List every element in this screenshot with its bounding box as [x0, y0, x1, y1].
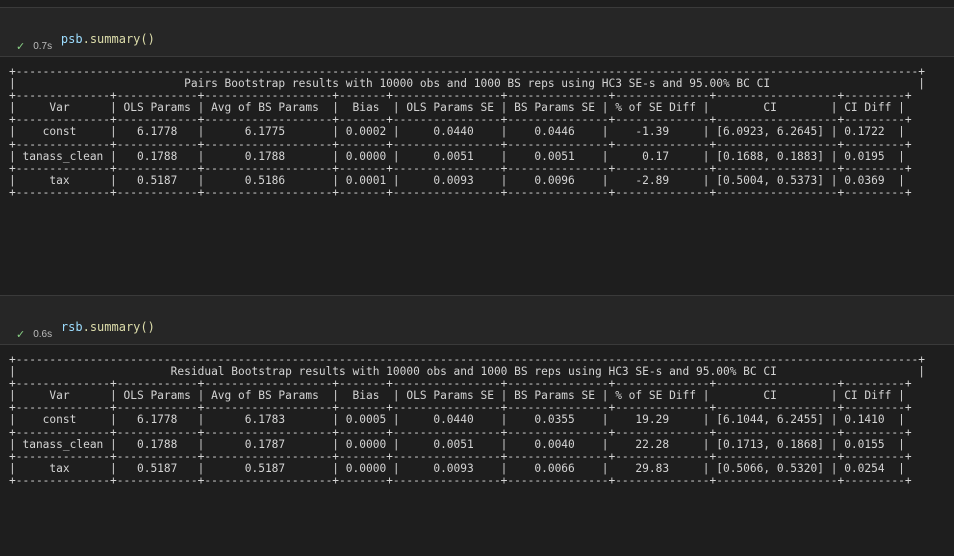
table-header-row: | Var | OLS Params | Avg of BS Params | …	[9, 389, 905, 403]
output-line: +--------------+------------+-----------…	[9, 449, 912, 463]
output-line: +---------------------------------------…	[9, 353, 926, 366]
execution-status: ✓ 0.6s	[16, 328, 52, 341]
execution-time: 0.7s	[33, 41, 53, 52]
table-row: | tax | 0.5187 | 0.5187 | 0.0000 | 0.009…	[9, 461, 905, 475]
output-line: +--------------+------------+-----------…	[9, 161, 912, 175]
execution-status: ✓ 0.7s	[16, 40, 52, 53]
table-row: | const | 6.1778 | 6.1783 | 0.0005 | 0.0…	[9, 413, 905, 427]
code-cell-2[interactable]: rsb.summary() ✓ 0.6s	[0, 295, 954, 345]
code-line[interactable]: rsb.summary()	[32, 306, 155, 348]
method-call: .summary()	[82, 320, 155, 334]
output-line: +--------------+------------+-----------…	[9, 473, 912, 487]
table-row: | tanass_clean | 0.1788 | 0.1787 | 0.000…	[9, 437, 905, 451]
output-line: +--------------+------------+-----------…	[9, 377, 912, 391]
variable-name: psb	[60, 32, 83, 46]
execution-time: 0.6s	[33, 329, 53, 340]
method-call: .summary()	[82, 32, 155, 46]
table-header-row: | Var | OLS Params | Avg of BS Params | …	[9, 101, 905, 115]
cell-output-1: +---------------------------------------…	[9, 65, 926, 199]
output-line: +--------------+------------+-----------…	[9, 401, 912, 415]
table-row: | const | 6.1778 | 6.1775 | 0.0002 | 0.0…	[9, 125, 905, 139]
output-line: +--------------+------------+-----------…	[9, 89, 912, 103]
table-row: | tanass_clean | 0.1788 | 0.1788 | 0.000…	[9, 149, 905, 163]
variable-name: rsb	[60, 320, 83, 334]
code-line[interactable]: psb.summary()	[32, 18, 155, 60]
check-icon: ✓	[16, 41, 26, 53]
output-title-line: | Pairs Bootstrap results with 10000 obs…	[9, 77, 926, 91]
output-title-line: | Residual Bootstrap results with 10000 …	[9, 365, 926, 379]
code-cell-1[interactable]: psb.summary() ✓ 0.7s	[0, 7, 954, 57]
check-icon: ✓	[16, 329, 26, 341]
output-line: +---------------------------------------…	[9, 65, 926, 78]
output-line: +--------------+------------+-----------…	[9, 425, 912, 439]
cell-output-2: +---------------------------------------…	[9, 353, 926, 487]
output-line: +--------------+------------+-----------…	[9, 113, 912, 127]
table-row: | tax | 0.5187 | 0.5186 | 0.0001 | 0.009…	[9, 173, 905, 187]
output-line: +--------------+------------+-----------…	[9, 185, 912, 199]
output-line: +--------------+------------+-----------…	[9, 137, 912, 151]
